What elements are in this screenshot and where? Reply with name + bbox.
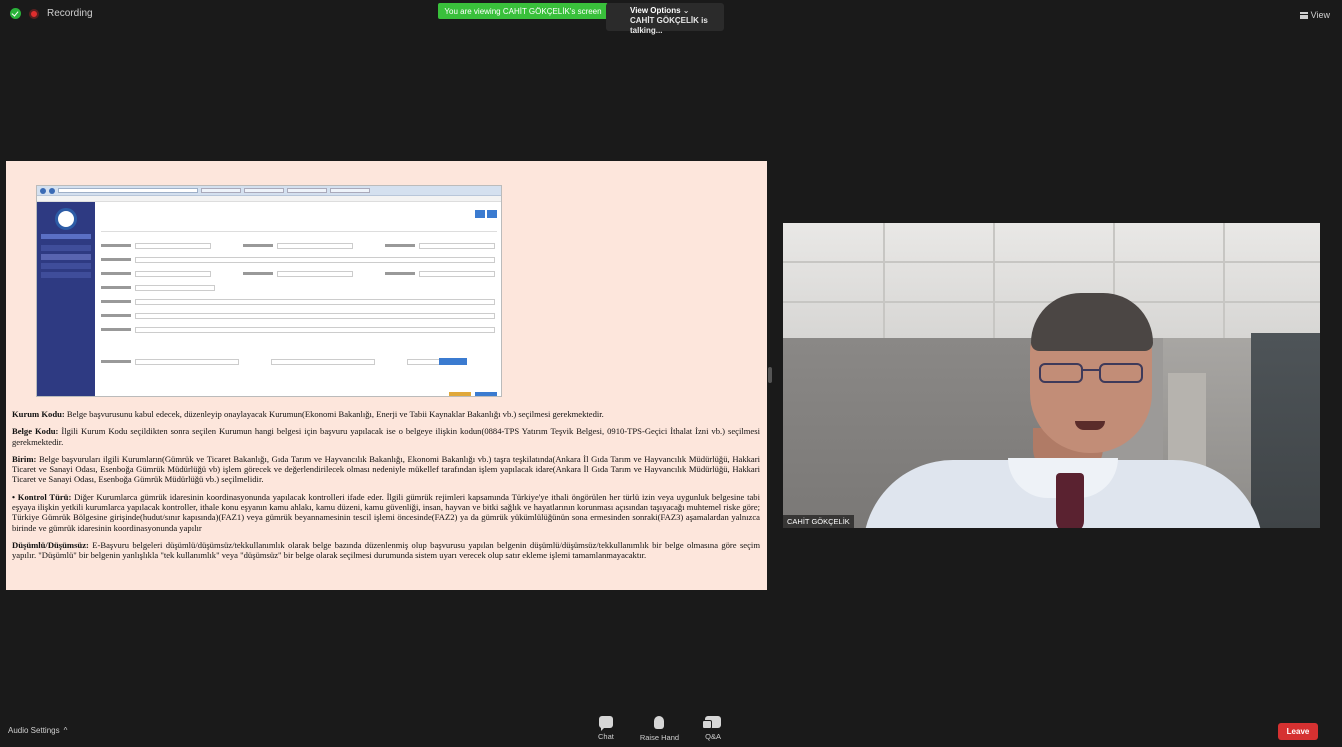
participant-name-tag: CAHİT GÖKÇELİK xyxy=(783,515,854,528)
paragraph-belge-kodu: Belge Kodu: İlgili Kurum Kodu seçildikte… xyxy=(12,426,760,447)
active-speaker-label: CAHİT GÖKÇELİK is talking... xyxy=(630,16,708,35)
recording-icon xyxy=(29,8,39,19)
chevron-down-icon: ⌄ xyxy=(682,6,690,15)
audio-settings-button[interactable]: Audio Settings ^ xyxy=(8,726,67,735)
document-text: Kurum Kodu: Belge başvurusunu kabul edec… xyxy=(12,409,760,568)
chevron-up-icon: ^ xyxy=(63,726,68,735)
recording-label[interactable]: Recording xyxy=(47,8,93,19)
view-options-label: View Options xyxy=(630,6,681,15)
meeting-toolbar: Chat Raise Hand Q&A xyxy=(598,716,722,742)
form-sidebar xyxy=(37,202,95,396)
paragraph-kurum-kodu: Kurum Kodu: Belge başvurusunu kabul edec… xyxy=(12,409,604,419)
shared-screen: Kurum Kodu: Belge başvurusunu kabul edec… xyxy=(6,161,767,590)
participant-video[interactable]: CAHİT GÖKÇELİK xyxy=(783,223,1320,528)
raise-hand-icon xyxy=(654,716,665,729)
qa-icon xyxy=(702,716,722,729)
logo xyxy=(55,208,77,230)
status-area: Recording xyxy=(10,8,93,19)
paragraph-birim: Birim: Belge başvuruları ilgili Kurumlar… xyxy=(12,453,760,485)
leave-button[interactable]: Leave xyxy=(1278,723,1318,740)
screen-share-banner: You are viewing CAHİT GÖKÇELİK's screen xyxy=(438,3,608,19)
embedded-form-screenshot xyxy=(36,185,502,397)
paragraph-dusumlu: Düşümlü/Düşümsüz: E-Başvuru belgeleri dü… xyxy=(12,539,760,561)
grid-icon xyxy=(1299,11,1308,19)
chat-button[interactable]: Chat xyxy=(598,716,614,742)
qa-label: Q&A xyxy=(705,732,721,741)
chat-label: Chat xyxy=(598,732,614,741)
split-resize-handle[interactable] xyxy=(768,367,772,383)
raise-hand-button[interactable]: Raise Hand xyxy=(640,716,679,742)
qa-button[interactable]: Q&A xyxy=(702,716,722,742)
chat-icon xyxy=(598,716,613,731)
audio-settings-label: Audio Settings xyxy=(8,726,60,735)
shield-icon[interactable] xyxy=(10,8,21,19)
browser-chrome xyxy=(37,186,501,196)
view-options-button[interactable]: View Options ⌄ CAHİT GÖKÇELİK is talking… xyxy=(606,3,724,35)
raise-hand-label: Raise Hand xyxy=(639,733,680,742)
paragraph-kontrol-turu: • Kontrol Türü: Diğer Kurumlarca gümrük … xyxy=(12,491,760,533)
zoom-meeting-window: Recording You are viewing CAHİT GÖKÇELİK… xyxy=(0,0,1342,747)
form-main xyxy=(99,206,497,396)
view-label: View xyxy=(1310,10,1330,20)
view-button[interactable]: View xyxy=(1299,10,1330,20)
